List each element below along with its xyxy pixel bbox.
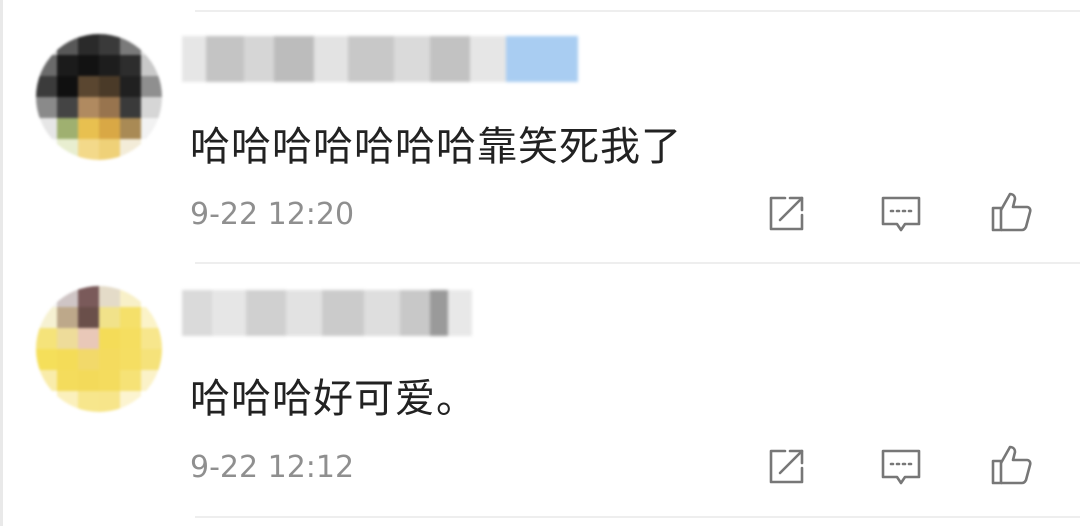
comment-text: 哈哈哈好可爱。 (190, 376, 477, 422)
reply-button[interactable] (877, 443, 925, 491)
divider (195, 10, 1080, 12)
avatar[interactable] (36, 286, 162, 412)
username-blurred[interactable] (182, 36, 578, 82)
thumbs-up-icon (991, 445, 1032, 485)
reply-button[interactable] (877, 190, 925, 238)
comment-text: 哈哈哈哈哈哈哈靠笑死我了 (190, 124, 682, 170)
like-button[interactable] (988, 441, 1036, 489)
like-button[interactable] (988, 188, 1036, 236)
share-button[interactable] (762, 443, 810, 491)
divider (195, 262, 1080, 264)
username-blurred[interactable] (182, 290, 472, 336)
comment-time: 9-22 12:20 (190, 197, 355, 232)
comment-time: 9-22 12:12 (190, 450, 355, 485)
left-edge-border (0, 0, 3, 526)
share-icon (769, 196, 804, 231)
share-icon (769, 449, 804, 484)
divider (195, 516, 1080, 518)
comment-icon (881, 196, 921, 232)
avatar[interactable] (36, 34, 162, 160)
share-button[interactable] (762, 190, 810, 238)
thumbs-up-icon (991, 192, 1032, 232)
comment-icon (881, 449, 921, 485)
